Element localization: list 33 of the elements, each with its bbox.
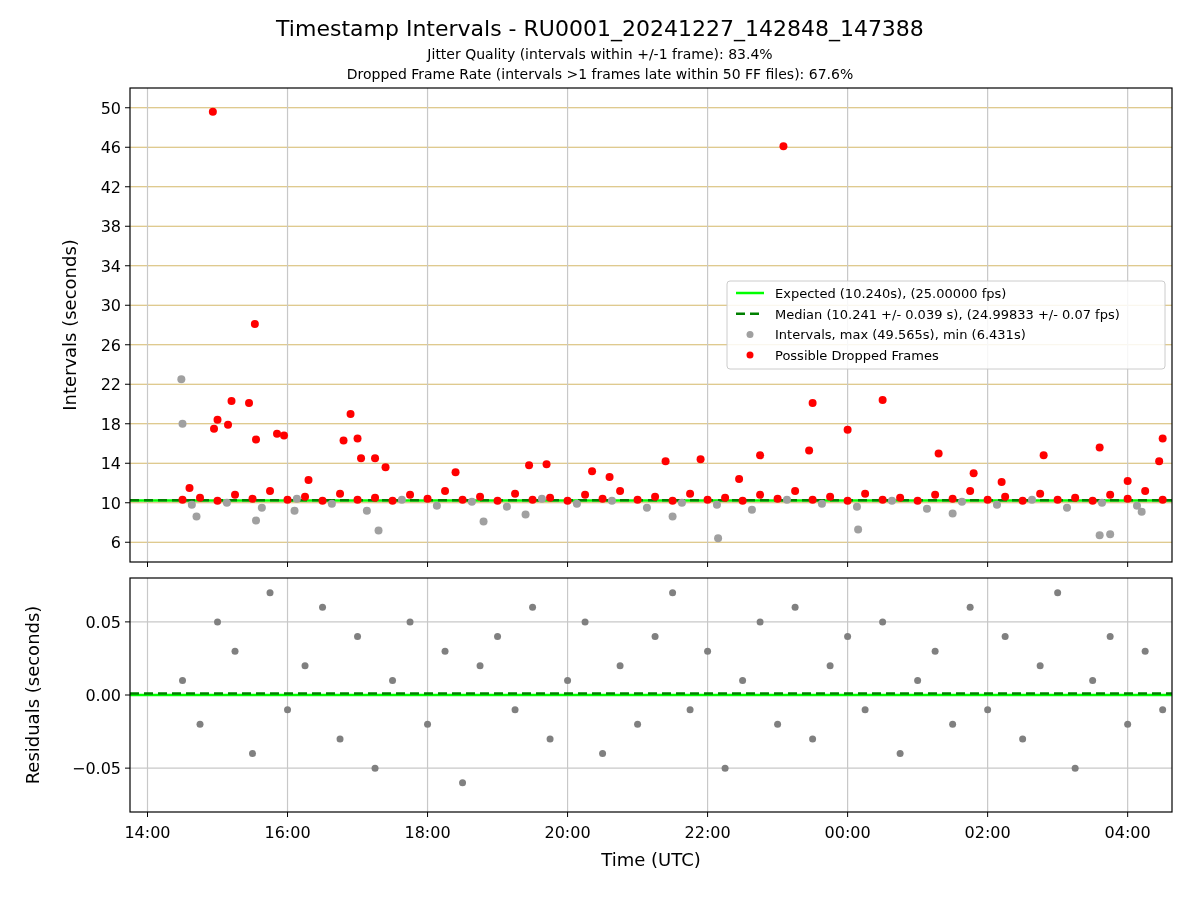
tick-label: 02:00: [964, 823, 1011, 842]
legend-label: Intervals, max (49.565s), min (6.431s): [775, 327, 1026, 343]
chart-title: Timestamp Intervals - RU0001_20241227_142848_147388: [276, 15, 924, 44]
tick-label: 22: [100, 375, 121, 395]
tick-label: 46: [100, 138, 121, 158]
legend-label: Median (10.241 +/- 0.039 s), (24.99833 +/- 0.07 fps): [775, 306, 1120, 322]
tick-label: 14:00: [124, 823, 171, 842]
axis-label: Time (UTC): [601, 849, 701, 870]
chart-subtitle: Jitter Quality (intervals within +/-1 frame): 83.4%: [427, 45, 773, 64]
tick-label: 0.00: [85, 686, 121, 705]
tick-label: 04:00: [1104, 823, 1151, 842]
axis-label: Intervals (seconds): [59, 239, 81, 411]
tick-label: 14: [100, 454, 121, 474]
tick-label: 18: [100, 414, 121, 434]
tick-label: 22:00: [684, 823, 731, 842]
tick-label: −0.05: [71, 759, 121, 779]
tick-label: 38: [100, 217, 121, 237]
tick-label: 50: [100, 98, 121, 118]
tick-label: 6: [110, 533, 121, 553]
axis-label: Residuals (seconds): [22, 605, 44, 785]
tick-label: 10: [100, 493, 121, 513]
tick-label: 30: [100, 296, 121, 316]
tick-label: 16:00: [264, 823, 311, 842]
tick-label: 42: [100, 177, 121, 197]
tick-label: 20:00: [544, 823, 591, 842]
tick-label: 00:00: [824, 823, 871, 842]
tick-label: 18:00: [404, 823, 451, 842]
legend-label: Possible Dropped Frames: [775, 348, 939, 364]
legend-label: Expected (10.240s), (25.00000 fps): [775, 286, 1007, 301]
tick-label: 26: [100, 335, 121, 355]
chart-subtitle: Dropped Frame Rate (intervals >1 frames late within 50 FF files): 67.6%: [346, 65, 854, 84]
tick-label: 0.05: [85, 612, 121, 632]
tick-label: 34: [100, 256, 121, 276]
